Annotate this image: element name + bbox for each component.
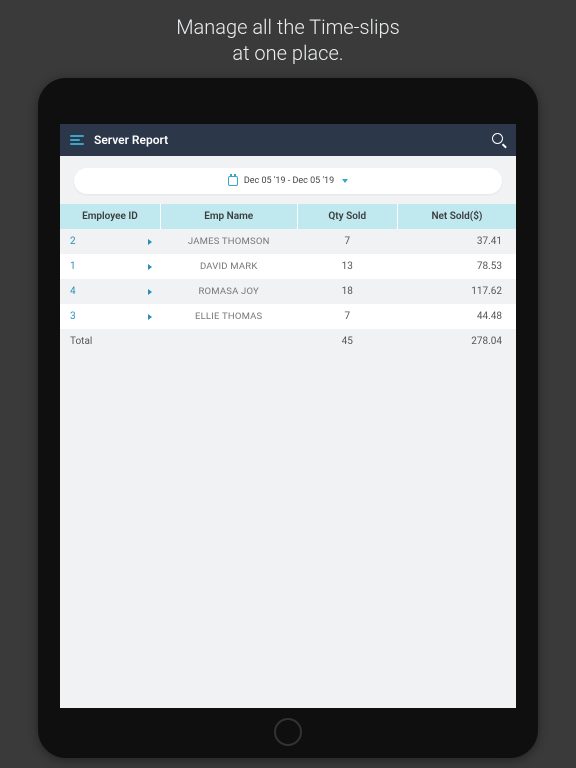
qty-sold: 7 [297,304,397,329]
employee-name: DAVID MARK [160,254,297,279]
report-table: Employee ID Emp Name Qty Sold Net Sold($… [60,204,516,354]
employee-id-link[interactable]: 4 [60,279,160,304]
employee-id-link[interactable]: 3 [60,304,160,329]
chevron-right-icon [148,314,152,320]
total-qty: 45 [297,329,397,354]
promo-line2: at one place. [0,40,576,66]
col-header-name[interactable]: Emp Name [160,204,297,229]
net-sold: 78.53 [397,254,516,279]
employee-id-link[interactable]: 1 [60,254,160,279]
table-row: 2 JAMES THOMSON 7 37.41 [60,229,516,254]
date-filter-area: Dec 05 '19 - Dec 05 '19 [60,156,516,204]
total-label: Total [60,329,160,354]
employee-name: ELLIE THOMAS [160,304,297,329]
chevron-right-icon [148,289,152,295]
chevron-down-icon [342,179,348,183]
qty-sold: 7 [297,229,397,254]
employee-id-link[interactable]: 2 [60,229,160,254]
search-icon[interactable] [492,133,506,147]
employee-name: JAMES THOMSON [160,229,297,254]
topbar: Server Report [60,124,516,156]
menu-icon[interactable] [70,135,84,145]
date-range-text: Dec 05 '19 - Dec 05 '19 [244,176,334,186]
table-row: 1 DAVID MARK 13 78.53 [60,254,516,279]
employee-name: ROMASA JOY [160,279,297,304]
qty-sold: 18 [297,279,397,304]
page-title: Server Report [94,133,168,147]
qty-sold: 13 [297,254,397,279]
col-header-id[interactable]: Employee ID [60,204,160,229]
table-row: 3 ELLIE THOMAS 7 44.48 [60,304,516,329]
col-header-net[interactable]: Net Sold($) [397,204,516,229]
promo-line1: Manage all the Time-slips [0,14,576,40]
home-button[interactable] [274,718,302,746]
net-sold: 44.48 [397,304,516,329]
table-total-row: Total 45 278.04 [60,329,516,354]
col-header-qty[interactable]: Qty Sold [297,204,397,229]
table-header-row: Employee ID Emp Name Qty Sold Net Sold($… [60,204,516,229]
total-net: 278.04 [397,329,516,354]
calendar-icon [228,176,238,186]
net-sold: 37.41 [397,229,516,254]
tablet-frame: Server Report Dec 05 '19 - Dec 05 '19 Em… [38,78,538,758]
chevron-right-icon [148,264,152,270]
net-sold: 117.62 [397,279,516,304]
chevron-right-icon [148,239,152,245]
table-row: 4 ROMASA JOY 18 117.62 [60,279,516,304]
date-range-picker[interactable]: Dec 05 '19 - Dec 05 '19 [74,168,502,194]
app-screen: Server Report Dec 05 '19 - Dec 05 '19 Em… [60,124,516,708]
promo-caption: Manage all the Time-slips at one place. [0,0,576,78]
